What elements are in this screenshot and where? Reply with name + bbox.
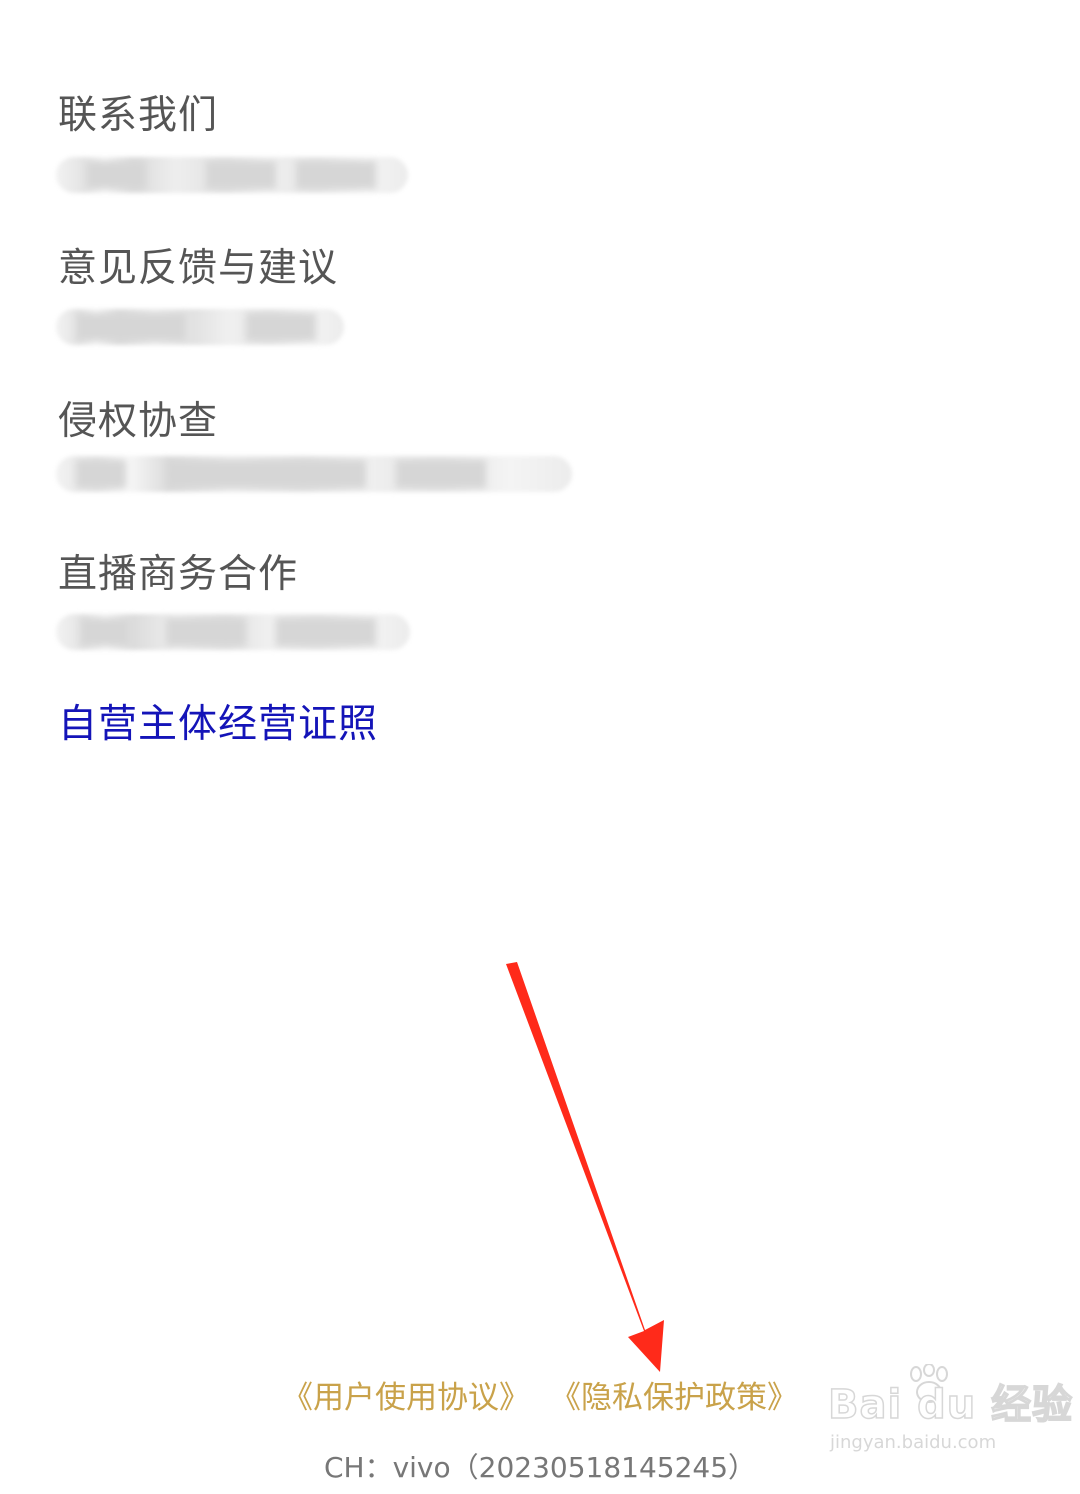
user-agreement-link[interactable]: 《用户使用协议》 [282,1380,530,1416]
section-title-infringement: 侵权协查 [58,399,219,444]
redacted-contact-info [56,157,408,193]
baidu-jingyan-watermark: Bai du 经验 jingyan.baidu.com [827,1364,1073,1472]
privacy-policy-link[interactable]: 《隐私保护政策》 [550,1380,798,1416]
business-license-link[interactable]: 自营主体经营证照 [58,693,378,749]
section-title-feedback: 意见反馈与建议 [58,246,339,291]
redacted-infringement-info [56,456,572,492]
redacted-feedback-info [56,309,344,345]
watermark-logo: Bai du 经验 [827,1381,1074,1429]
section-title-contact-us: 联系我们 [58,93,219,138]
redacted-business-info [56,614,410,650]
section-title-live-business: 直播商务合作 [58,552,299,597]
watermark-url: jingyan.baidu.com [830,1432,997,1453]
